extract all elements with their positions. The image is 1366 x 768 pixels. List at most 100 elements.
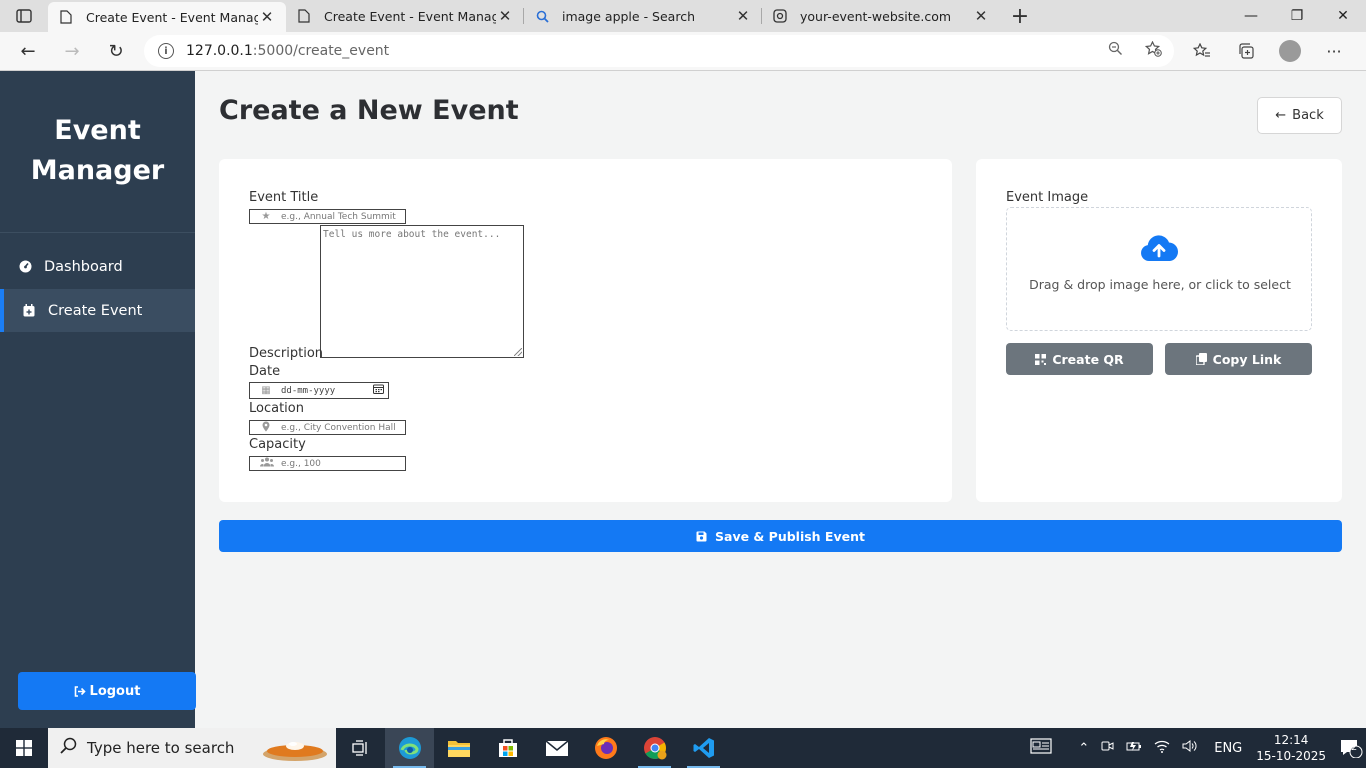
browser-tab-1[interactable]: Create Event - Event Manager ✕ — [48, 2, 286, 32]
logout-button[interactable]: Logout — [18, 672, 196, 710]
news-widget-icon[interactable] — [1030, 738, 1052, 758]
dropzone-text: Drag & drop image here, or click to sele… — [1029, 277, 1291, 292]
users-icon — [260, 457, 274, 470]
windows-start-icon[interactable] — [0, 728, 48, 768]
favorites-icon[interactable] — [1180, 35, 1224, 67]
battery-icon[interactable] — [1126, 740, 1142, 756]
address-toolbar: ← → ↻ i 127.0.0.1:5000/create_event ··· — [0, 32, 1366, 71]
description-label: Description — [249, 346, 324, 361]
microsoft-store-icon[interactable] — [483, 728, 532, 768]
description-textarea[interactable]: Tell us more about the event... — [320, 225, 524, 358]
language-indicator[interactable]: ENG — [1214, 741, 1242, 756]
restore-icon[interactable]: ❐ — [1274, 0, 1320, 32]
star-icon: ★ — [261, 211, 271, 222]
date-picker-icon[interactable] — [373, 384, 384, 397]
image-dropzone[interactable]: Drag & drop image here, or click to sele… — [1006, 207, 1312, 331]
url-input[interactable]: i 127.0.0.1:5000/create_event — [144, 35, 1174, 67]
resize-handle[interactable] — [514, 348, 522, 356]
gauge-icon — [18, 260, 32, 274]
close-icon[interactable]: ✕ — [972, 7, 990, 25]
page-icon — [296, 8, 312, 24]
windows-taskbar: Type here to search ⌃ ENG 12:14 15-10-20… — [0, 728, 1366, 768]
date-input[interactable]: ▦ dd-mm-yyyy — [249, 382, 389, 399]
search-icon — [60, 737, 77, 759]
volume-icon[interactable] — [1182, 739, 1198, 757]
qrcode-icon — [1035, 353, 1047, 365]
browser-tab-4[interactable]: your-event-website.com ✕ — [762, 0, 1000, 32]
refresh-icon[interactable]: ↻ — [94, 35, 138, 67]
mail-icon[interactable] — [532, 728, 581, 768]
close-icon[interactable]: ✕ — [496, 7, 514, 25]
file-explorer-icon[interactable] — [434, 728, 483, 768]
close-icon[interactable]: ✕ — [734, 7, 752, 25]
sign-out-icon — [74, 685, 86, 697]
save-publish-button[interactable]: Save & Publish Event — [219, 520, 1342, 552]
zoom-icon[interactable] — [1108, 41, 1123, 61]
add-favorite-icon[interactable] — [1144, 40, 1162, 61]
save-icon — [696, 531, 707, 541]
sidebar: Event Manager Dashboard Create Event Log… — [0, 71, 196, 728]
firefox-icon[interactable] — [581, 728, 630, 768]
sidebar-item-label: Create Event — [48, 302, 143, 319]
pumpkin-pie-icon — [263, 742, 327, 761]
event-title-label: Event Title — [249, 190, 319, 205]
sidebar-item-label: Dashboard — [44, 258, 123, 275]
create-qr-label: Create QR — [1052, 351, 1124, 367]
sidebar-item-dashboard[interactable]: Dashboard — [0, 245, 195, 288]
taskbar-search-placeholder: Type here to search — [87, 739, 235, 757]
wifi-icon[interactable] — [1154, 739, 1170, 757]
tab-title: your-event-website.com — [800, 8, 952, 24]
meet-now-icon[interactable] — [1101, 739, 1114, 757]
brand-title: Event Manager — [0, 111, 195, 191]
chrome-icon[interactable] — [630, 728, 679, 768]
window-controls: — ❐ ✕ — [1228, 0, 1366, 32]
copy-link-button[interactable]: Copy Link — [1165, 343, 1312, 375]
back-arrow-icon[interactable]: ← — [6, 35, 50, 67]
save-publish-label: Save & Publish Event — [715, 528, 865, 544]
tab-actions-icon — [16, 9, 32, 23]
location-placeholder: e.g., City Convention Hall — [281, 422, 396, 433]
search-icon — [534, 8, 550, 24]
location-input[interactable]: e.g., City Convention Hall — [249, 420, 406, 435]
minimize-icon[interactable]: — — [1228, 0, 1274, 32]
taskbar-search-input[interactable]: Type here to search — [48, 728, 336, 768]
task-view-icon[interactable] — [336, 728, 385, 768]
tab-actions-button[interactable] — [0, 0, 48, 32]
info-icon[interactable]: i — [158, 43, 174, 59]
clock-time: 12:14 — [1273, 733, 1309, 747]
close-window-icon[interactable]: ✕ — [1320, 0, 1366, 32]
copy-icon — [1195, 353, 1207, 365]
tab-title: image apple - Search — [562, 8, 696, 24]
url-actions — [1108, 40, 1162, 61]
event-title-placeholder: e.g., Annual Tech Summit — [281, 211, 396, 222]
new-tab-button[interactable]: + — [1000, 0, 1040, 32]
edge-browser-icon[interactable] — [385, 728, 434, 768]
page-title: Create a New Event — [219, 95, 519, 126]
event-image-label: Event Image — [1006, 190, 1089, 205]
notification-center-icon[interactable]: 2 — [1336, 728, 1366, 768]
back-button[interactable]: ← Back — [1257, 97, 1342, 134]
event-title-input[interactable]: ★ e.g., Annual Tech Summit — [249, 209, 406, 224]
collections-icon[interactable] — [1224, 35, 1268, 67]
sidebar-item-create-event[interactable]: Create Event — [0, 289, 195, 332]
more-menu-icon[interactable]: ··· — [1312, 35, 1356, 67]
profile-avatar[interactable] — [1279, 40, 1301, 62]
arrow-left-icon: ← — [1275, 108, 1287, 123]
vscode-icon[interactable] — [679, 728, 728, 768]
browser-tab-bar: Create Event - Event Manager ✕ Create Ev… — [0, 0, 1366, 32]
calendar-icon: ▦ — [261, 385, 271, 396]
close-icon[interactable]: ✕ — [258, 8, 276, 26]
system-tray: ⌃ ENG 12:14 15-10-2025 2 — [1024, 728, 1366, 768]
taskbar-clock[interactable]: 12:14 15-10-2025 — [1256, 732, 1326, 764]
browser-tab-3[interactable]: image apple - Search ✕ — [524, 0, 762, 32]
browser-tools: ··· — [1180, 35, 1356, 67]
create-qr-button[interactable]: Create QR — [1006, 343, 1153, 375]
clock-date: 15-10-2025 — [1256, 749, 1326, 763]
forward-arrow-icon[interactable]: → — [50, 35, 94, 67]
capacity-placeholder: e.g., 100 — [281, 458, 321, 469]
browser-tab-2[interactable]: Create Event - Event Manager ✕ — [286, 0, 524, 32]
tab-title: Create Event - Event Manager — [324, 8, 496, 24]
chevron-up-icon[interactable]: ⌃ — [1078, 741, 1089, 756]
capacity-input[interactable]: e.g., 100 — [249, 456, 406, 471]
event-form-card: Event Title ★ e.g., Annual Tech Summit T… — [219, 159, 952, 502]
